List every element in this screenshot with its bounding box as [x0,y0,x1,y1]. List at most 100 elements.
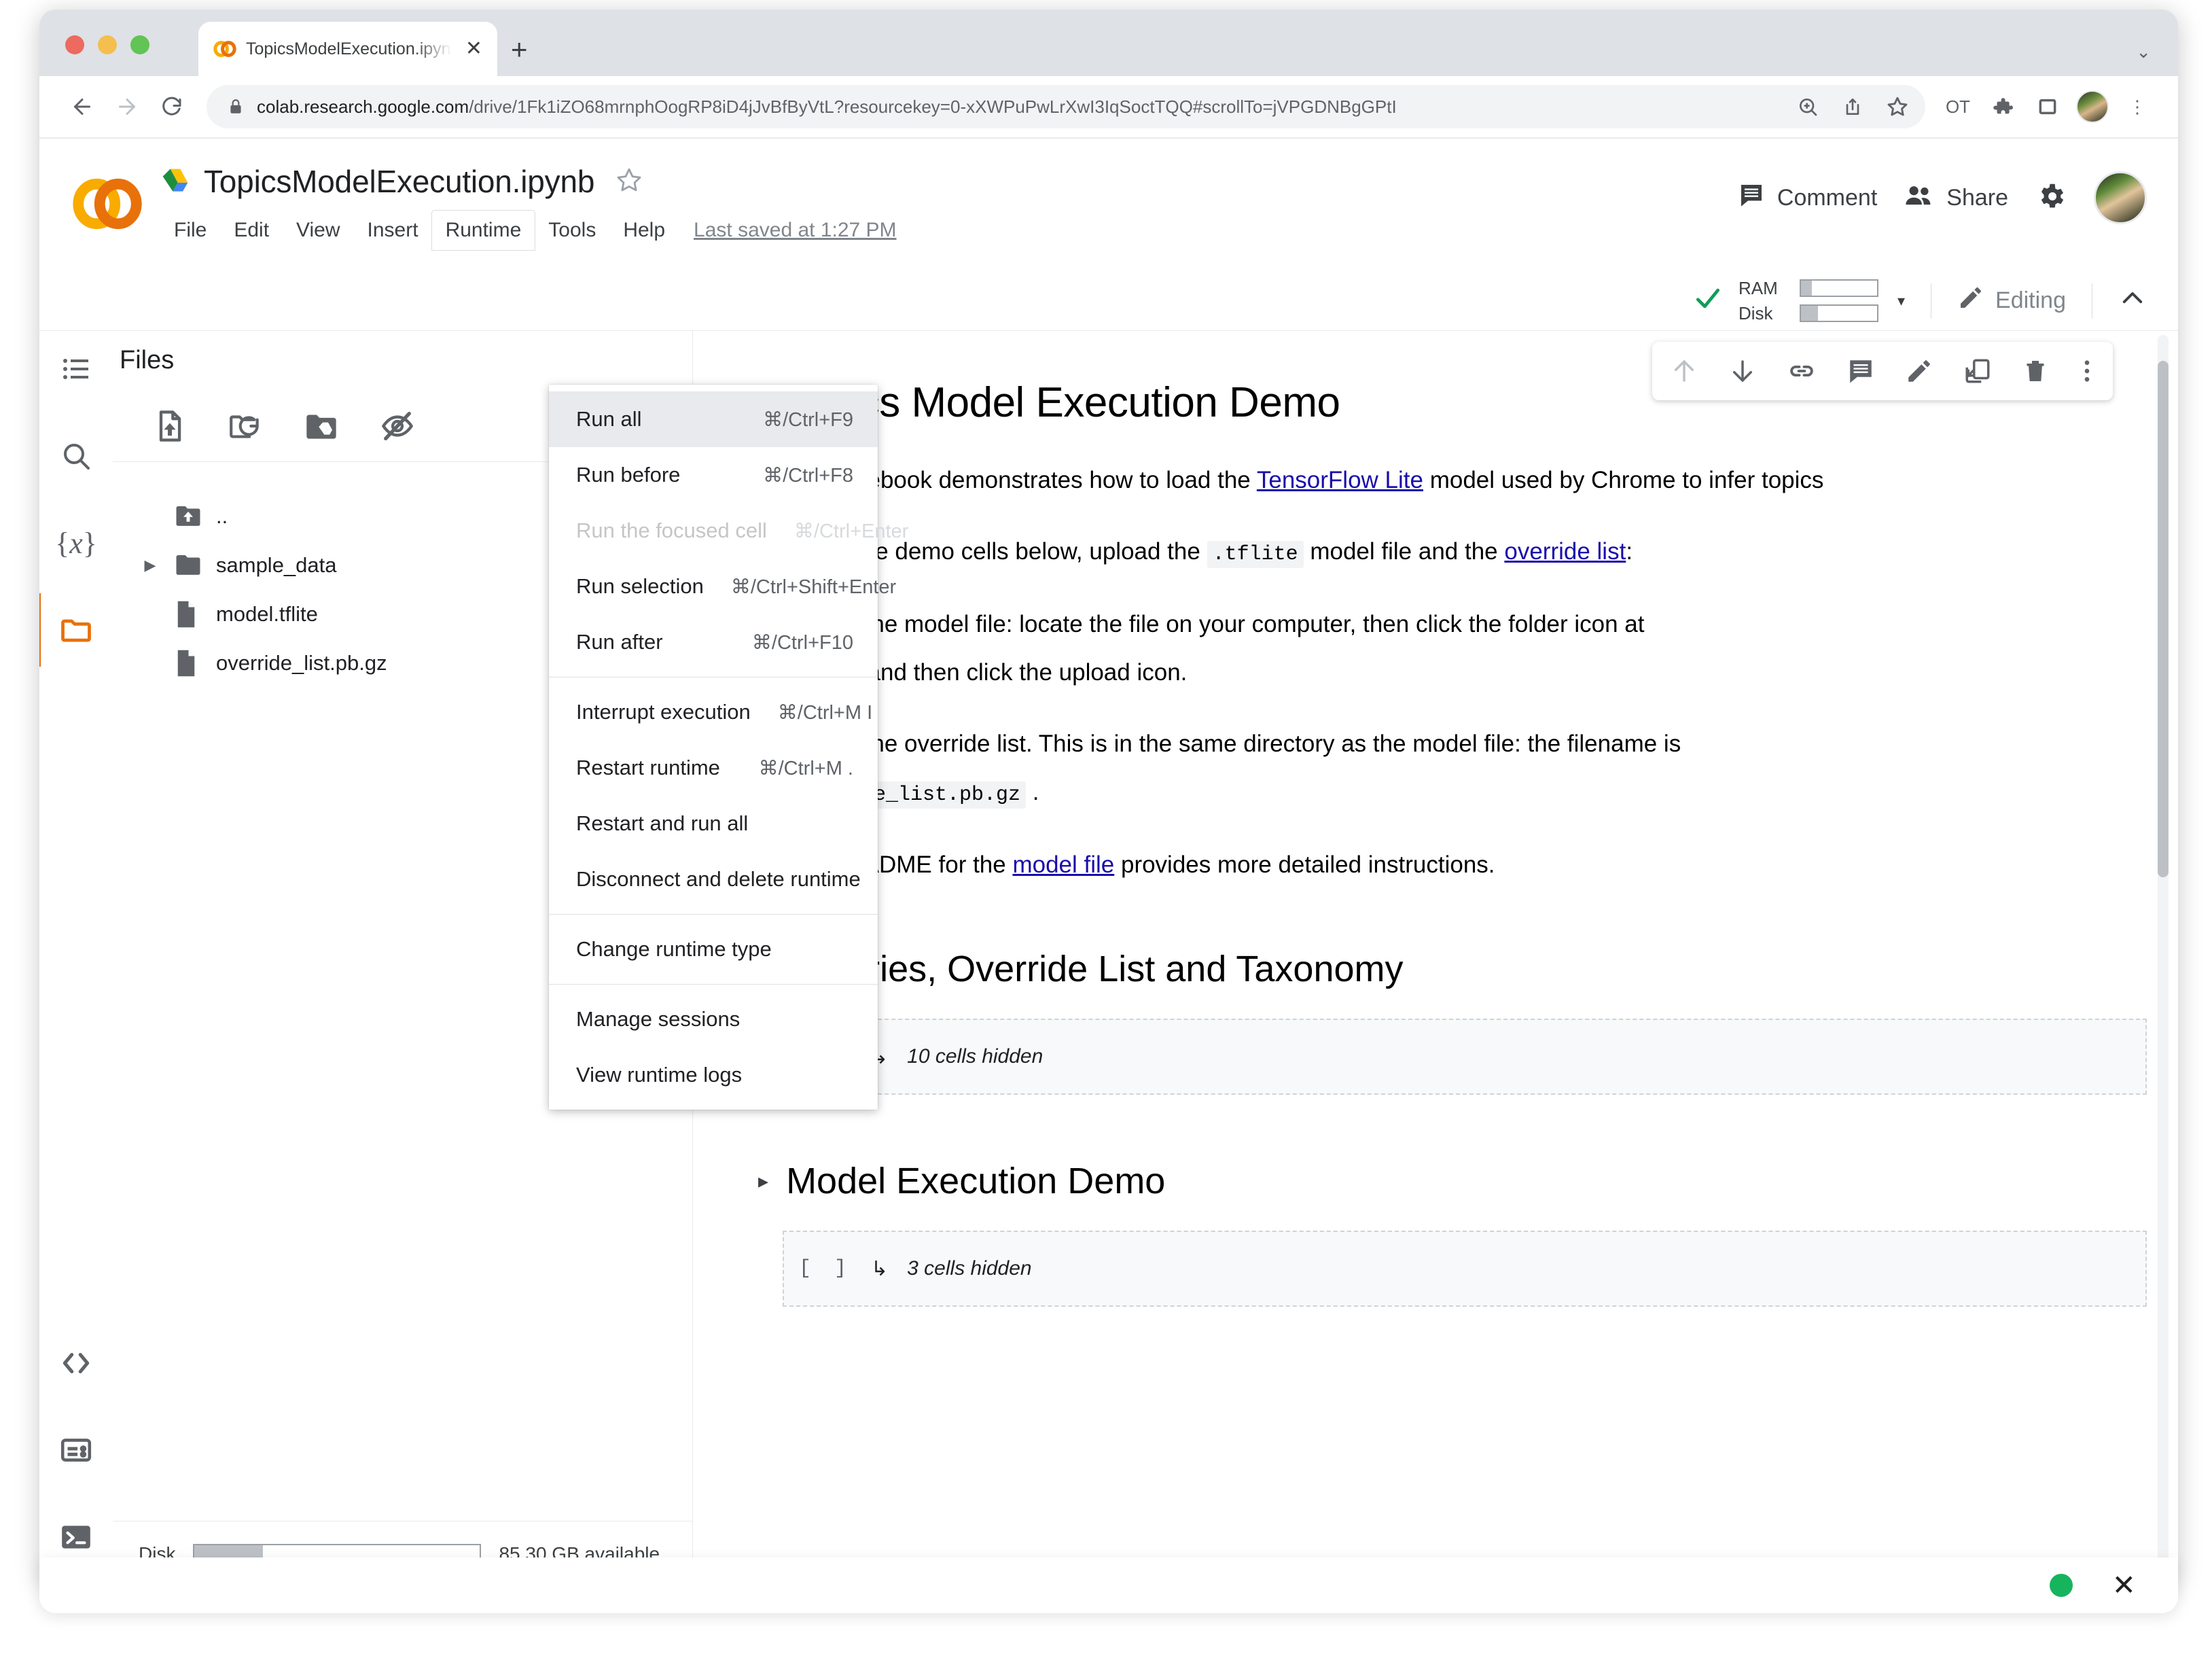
bookmark-star-icon[interactable] [1878,87,1917,126]
last-saved-status[interactable]: Last saved at 1:27 PM [694,219,897,242]
profile-avatar[interactable] [2072,86,2113,127]
hidden-cells-row[interactable]: [ ] ↳ 3 cells hidden [783,1231,2147,1307]
variables-icon[interactable]: {x} [54,521,98,565]
menu-help[interactable]: Help [609,211,679,250]
menu-item-run-selection[interactable]: Run selection ⌘/Ctrl+Shift+Enter [549,559,896,614]
resource-meters[interactable]: RAM Disk [1738,278,1878,324]
close-tab-button[interactable]: ✕ [461,39,486,59]
browser-tab-strip: TopicsModelExecution.ipynb - ✕ + ⌄ [39,10,2178,76]
link-to-cell-icon[interactable] [1787,357,1817,385]
colab-logo[interactable] [71,167,144,241]
menu-view[interactable]: View [283,211,353,250]
ram-label: RAM [1738,277,1778,298]
close-window-button[interactable] [65,35,84,54]
connection-status-dot [2049,1574,2073,1597]
side-panel-icon[interactable] [2027,86,2068,127]
title-row: TopicsModelExecution.ipynb [160,154,897,209]
section-title: Libraries, Override List and Taxonomy [786,949,1404,990]
section-header-model-execution[interactable]: ▸ Model Execution Demo [734,1160,2147,1202]
mount-drive-icon[interactable] [303,408,340,444]
files-icon[interactable] [39,593,98,667]
editing-label: Editing [1995,287,2066,313]
share-button[interactable]: Share [1904,181,2008,215]
hidden-cells-label: 10 cells hidden [907,1045,1043,1068]
minimize-window-button[interactable] [98,35,117,54]
model-file-link[interactable]: model file [1012,851,1114,878]
file-icon [174,600,202,629]
menu-item-run-before[interactable]: Run before ⌘/Ctrl+F8 [549,447,878,503]
open-in-new-tab-icon[interactable] [1963,357,1992,385]
override-list-link[interactable]: override list [1504,538,1626,565]
add-comment-icon[interactable] [1847,357,1875,385]
editing-mode-button[interactable]: Editing [1957,284,2066,317]
comment-button[interactable]: Comment [1738,181,1877,215]
search-icon[interactable] [54,434,98,478]
omnibox-actions [1788,87,1917,126]
browser-tab[interactable]: TopicsModelExecution.ipynb - ✕ [198,22,497,76]
chrome-menu-icon[interactable]: ⋮ [2117,86,2158,127]
menu-item-run-all[interactable]: Run all ⌘/Ctrl+F9 [549,391,878,447]
reload-button[interactable] [149,84,194,129]
colab-menubar: File Edit View Insert Runtime Tools Help… [160,211,897,250]
menu-item-view-runtime-logs[interactable]: View runtime logs [549,1047,878,1103]
chevron-up-icon[interactable] [2118,284,2147,318]
menu-item-manage-sessions[interactable]: Manage sessions [549,991,878,1047]
menu-item-label: Manage sessions [576,1007,741,1031]
refresh-folder-icon[interactable] [227,408,264,444]
resource-dropdown-caret-icon[interactable]: ▾ [1897,292,1905,310]
menu-item-change-runtime-type[interactable]: Change runtime type [549,921,878,977]
notebook-scroll-area: Topics Model Execution Demo This noteboo… [693,331,2178,1586]
back-button[interactable] [60,84,105,129]
menu-item-label: Change runtime type [576,937,772,961]
move-cell-up-icon[interactable] [1670,357,1698,385]
ot-label[interactable]: OT [1938,86,1978,127]
move-cell-down-icon[interactable] [1728,357,1757,385]
menu-item-run-the-focused-cell: Run the focused cell ⌘/Ctrl+Enter [549,503,908,559]
menu-edit[interactable]: Edit [220,211,283,250]
menu-item-interrupt-execution[interactable]: Interrupt execution ⌘/Ctrl+M I [549,684,878,740]
tab-search-chevron-icon[interactable]: ⌄ [2136,41,2151,63]
terminal-icon[interactable] [54,1515,98,1559]
menu-item-restart-and-run-all[interactable]: Restart and run all [549,796,878,851]
new-tab-button[interactable]: + [511,35,528,64]
menu-file[interactable]: File [160,211,220,250]
section-title: Model Execution Demo [786,1161,1166,1202]
upload-file-icon[interactable] [152,408,188,444]
table-of-contents-icon[interactable] [54,347,98,391]
markdown-cell-intro[interactable]: Topics Model Execution Demo This noteboo… [734,340,2147,883]
section-header-libraries[interactable]: ▸ Libraries, Override List and Taxonomy [734,948,2147,990]
gear-icon[interactable] [2035,181,2067,215]
code-snippets-icon[interactable] [54,1341,98,1385]
hidden-cells-row[interactable]: [ ] ↳ 10 cells hidden [783,1019,2147,1095]
toggle-hidden-files-icon[interactable] [379,408,416,444]
menu-runtime[interactable]: Runtime [431,211,535,250]
menu-insert[interactable]: Insert [354,211,432,250]
menu-item-disconnect-and-delete-runtime[interactable]: Disconnect and delete runtime [549,851,878,907]
zoom-in-icon[interactable] [1788,87,1827,126]
account-avatar[interactable] [2094,171,2147,224]
address-bar[interactable]: colab.research.google.com/drive/1Fk1iZO6… [207,85,1925,128]
colab-left-rail: {x} [39,331,113,1586]
edit-cell-icon[interactable] [1905,357,1933,385]
google-drive-icon [160,166,190,196]
menu-item-shortcut: ⌘/Ctrl+M I [777,701,873,724]
share-icon[interactable] [1833,87,1872,126]
notebook-title[interactable]: TopicsModelExecution.ipynb [204,163,594,200]
menu-item-restart-runtime[interactable]: Restart runtime ⌘/Ctrl+M . [549,740,878,796]
menu-item-run-after[interactable]: Run after ⌘/Ctrl+F10 [549,614,878,670]
expand-twisty-icon[interactable]: ▶ [140,557,160,574]
more-options-icon[interactable] [2079,357,2095,385]
notebook-scrollbar-thumb[interactable] [2158,361,2169,877]
extensions-puzzle-icon[interactable] [1982,86,2023,127]
close-icon[interactable]: ✕ [2112,1571,2136,1600]
forward-button[interactable] [105,84,149,129]
delete-cell-icon[interactable] [2022,357,2049,385]
paragraph-4: the left, and then click the upload icon… [783,658,1188,686]
disk-meter-row: Disk [1738,303,1878,324]
menu-item-label: Restart runtime [576,756,720,779]
tensorflow-lite-link[interactable]: TensorFlow Lite [1257,467,1423,493]
command-palette-icon[interactable] [54,1428,98,1472]
menu-tools[interactable]: Tools [535,211,609,250]
star-outline-icon[interactable] [615,166,643,198]
maximize-window-button[interactable] [130,35,149,54]
